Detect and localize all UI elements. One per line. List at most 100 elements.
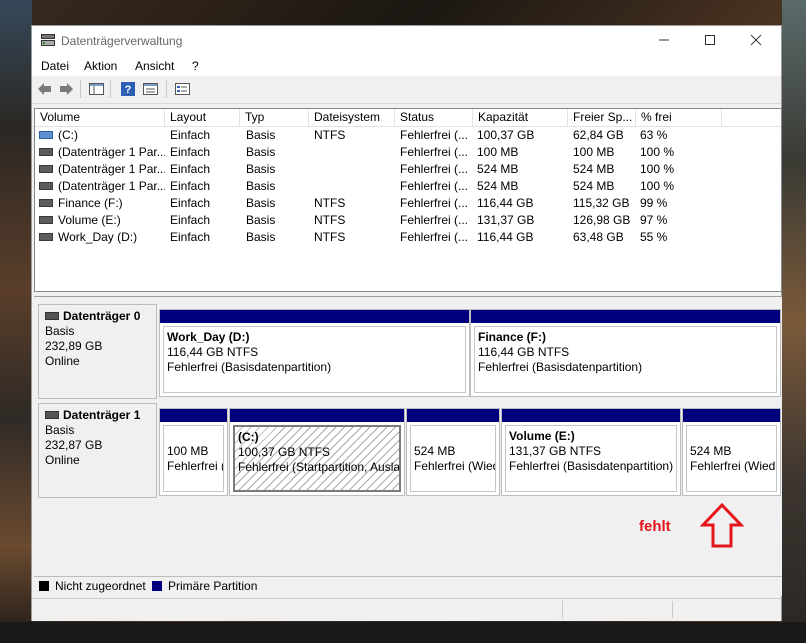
cell-dateisystem: [314, 178, 395, 195]
volume-icon: [39, 232, 53, 241]
volume-icon: [39, 198, 53, 207]
volume-icon: [39, 181, 53, 190]
partition-size: 524 MB: [690, 444, 732, 458]
partition-status: Fehlerfrei (Wiederherstellungspartition): [414, 459, 495, 473]
column-header-prozent-frei[interactable]: % frei: [636, 109, 722, 127]
column-header-volume[interactable]: Volume: [35, 109, 165, 127]
disk-icon: [45, 410, 59, 419]
cell-prozent-frei: 99 %: [640, 196, 668, 210]
primary-partition-bar: [230, 409, 404, 422]
partition-efi[interactable]: 100 MB Fehlerfrei (EFI-Systempartition): [159, 408, 228, 496]
disk-1-label[interactable]: Datenträger 1 Basis 232,87 GB Online: [38, 403, 157, 498]
cell-layout: Einfach: [170, 162, 211, 176]
cell-prozent-frei: 97 %: [640, 213, 668, 227]
partition-finance[interactable]: Finance (F:) 116,44 GB NTFS Fehlerfrei (…: [470, 309, 781, 397]
disk-size: 232,89 GB: [45, 339, 103, 353]
cell-dateisystem: NTFS: [314, 213, 346, 227]
cell-prozent-frei: 55 %: [640, 230, 668, 244]
cell-typ: Basis: [246, 213, 276, 227]
partition-volume-e[interactable]: Volume (E:) 131,37 GB NTFS Fehlerfrei (B…: [501, 408, 681, 496]
cell-layout: Einfach: [170, 196, 211, 210]
menu-help[interactable]: ?: [192, 59, 199, 73]
menu-bar: Datei Aktion Ansicht ?: [32, 56, 781, 76]
status-bar-divider: [562, 601, 563, 618]
toolbar: ?: [32, 76, 781, 104]
primary-partition-bar: [160, 409, 227, 422]
menu-aktion[interactable]: Aktion: [84, 59, 117, 73]
cell-kapazitaet: 100,37 GB: [477, 128, 535, 142]
table-row[interactable]: Volume (E:) Einfach Basis NTFS Fehlerfre…: [35, 212, 781, 229]
column-header-layout[interactable]: Layout: [165, 109, 240, 127]
cell-prozent-frei: 100 %: [640, 179, 675, 193]
window-title: Datenträgerverwaltung: [61, 34, 183, 48]
cell-dateisystem: NTFS: [314, 196, 346, 210]
toolbar-separator: [80, 80, 81, 98]
cell-volume: (Datenträger 1 Par...: [39, 144, 165, 161]
partition-c[interactable]: (C:) 100,37 GB NTFS Fehlerfrei (Startpar…: [229, 408, 405, 496]
menu-ansicht[interactable]: Ansicht: [135, 59, 174, 73]
partition-size: 524 MB: [414, 444, 456, 458]
disk-icon: [45, 311, 59, 320]
partition-recovery-2[interactable]: 524 MB Fehlerfrei (Wiederherstellungspar…: [682, 408, 781, 496]
settings-list-icon[interactable]: [174, 81, 191, 97]
legend-swatch-unallocated: [39, 581, 49, 591]
menu-datei[interactable]: Datei: [41, 59, 69, 73]
cell-status: Fehlerfrei (...: [400, 145, 469, 159]
disk-type: Basis: [45, 324, 75, 338]
help-icon[interactable]: ?: [120, 81, 137, 97]
forward-arrow-icon[interactable]: [58, 81, 75, 97]
cell-kapazitaet: 131,37 GB: [477, 213, 535, 227]
status-bar-divider: [672, 601, 673, 618]
cell-typ: Basis: [246, 179, 276, 193]
disk-0-label[interactable]: Datenträger 0 Basis 232,89 GB Online: [38, 304, 157, 399]
close-button[interactable]: [733, 26, 779, 56]
partition-work-day[interactable]: Work_Day (D:) 116,44 GB NTFS Fehlerfrei …: [159, 309, 470, 397]
column-header-freier-speicher[interactable]: Freier Sp...: [568, 109, 636, 127]
cell-status: Fehlerfrei (...: [400, 128, 469, 142]
cell-layout: Einfach: [170, 179, 211, 193]
legend-swatch-primary: [152, 581, 162, 591]
partition-status: Fehlerfrei (Basisdatenpartition): [478, 360, 643, 374]
column-header-dateisystem[interactable]: Dateisystem: [309, 109, 395, 127]
maximize-icon: [705, 35, 715, 46]
volume-list[interactable]: Volume Layout Typ Dateisystem Status Kap…: [34, 108, 782, 292]
cell-layout: Einfach: [170, 230, 211, 244]
desktop-background-left: [0, 0, 32, 643]
partition-recovery-1[interactable]: 524 MB Fehlerfrei (Wiederherstellungspar…: [406, 408, 500, 496]
back-arrow-icon[interactable]: [36, 81, 53, 97]
status-bar: [32, 598, 781, 621]
partition-size: 116,44 GB NTFS: [478, 345, 570, 359]
cell-status: Fehlerfrei (...: [400, 196, 469, 210]
column-header-status[interactable]: Status: [395, 109, 473, 127]
cell-layout: Einfach: [170, 213, 211, 227]
show-hide-console-tree-icon[interactable]: [88, 81, 105, 97]
partition-details: 100 MB Fehlerfrei (EFI-Systempartition): [163, 425, 224, 492]
partition-name: Volume (E:): [509, 429, 575, 443]
disk-size: 232,87 GB: [45, 438, 103, 452]
properties-view-icon[interactable]: [142, 81, 159, 97]
maximize-button[interactable]: [687, 26, 733, 56]
cell-prozent-frei: 63 %: [640, 128, 668, 142]
cell-typ: Basis: [246, 145, 276, 159]
cell-volume: (C:): [39, 127, 165, 144]
cell-typ: Basis: [246, 230, 276, 244]
column-header-kapazitaet[interactable]: Kapazität: [473, 109, 568, 127]
cell-kapazitaet: 524 MB: [477, 179, 519, 193]
toolbar-separator: [166, 80, 167, 98]
minimize-button[interactable]: [641, 26, 687, 56]
cell-freier-speicher: 524 MB: [573, 179, 615, 193]
cell-layout: Einfach: [170, 128, 211, 142]
partition-size: 100,37 GB NTFS: [238, 445, 331, 459]
table-row[interactable]: (Datenträger 1 Par... Einfach Basis Fehl…: [35, 161, 781, 178]
disk-state: Online: [45, 453, 80, 467]
table-row[interactable]: (C:) Einfach Basis NTFS Fehlerfrei (... …: [35, 127, 781, 144]
table-row[interactable]: Work_Day (D:) Einfach Basis NTFS Fehlerf…: [35, 229, 781, 246]
partition-details: 524 MB Fehlerfrei (Wiederherstellungspar…: [410, 425, 496, 492]
title-bar[interactable]: Datenträgerverwaltung: [32, 26, 781, 56]
table-row[interactable]: Finance (F:) Einfach Basis NTFS Fehlerfr…: [35, 195, 781, 212]
table-row[interactable]: (Datenträger 1 Par... Einfach Basis Fehl…: [35, 178, 781, 195]
cell-freier-speicher: 524 MB: [573, 162, 615, 176]
partition-status: Fehlerfrei (EFI-Systempartition): [167, 459, 223, 473]
column-header-typ[interactable]: Typ: [240, 109, 309, 127]
table-row[interactable]: (Datenträger 1 Par... Einfach Basis Fehl…: [35, 144, 781, 161]
